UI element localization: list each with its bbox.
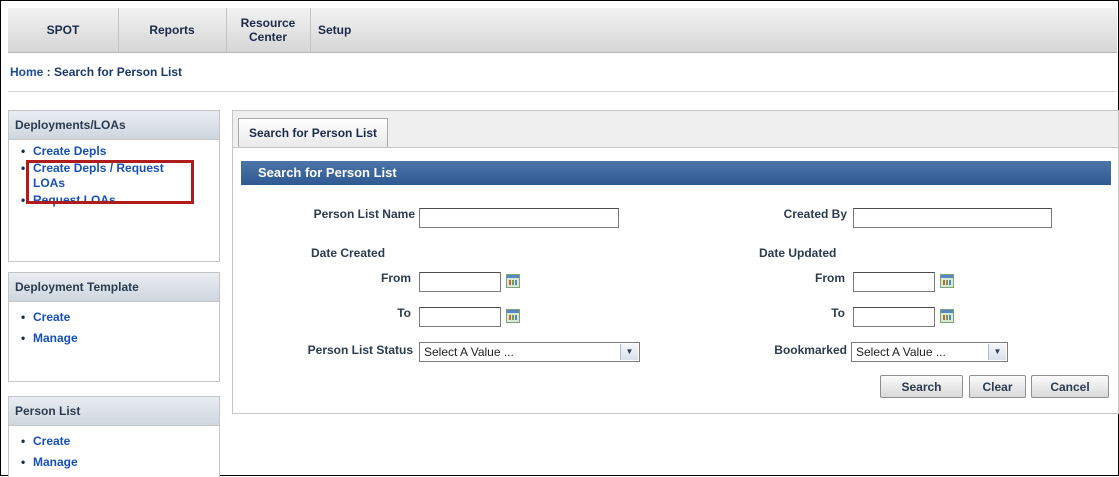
- nav-setup[interactable]: Setup: [310, 8, 444, 52]
- date-updated-from-label: From: [815, 271, 845, 285]
- person-list-name-input[interactable]: [419, 208, 619, 228]
- sidebar-link-template-create[interactable]: Create: [21, 310, 219, 325]
- main-content-panel: Search for Person List Search for Person…: [232, 110, 1119, 414]
- tab-strip: Search for Person List: [233, 111, 1118, 148]
- sidebar-link-create-depls[interactable]: Create Depls: [21, 144, 219, 159]
- person-list-status-select[interactable]: Select A Value ... ▼: [419, 342, 640, 362]
- top-nav-bar: SPOT Reports Resource Center Setup: [8, 8, 1117, 53]
- sidebar-panel-title: Person List: [9, 397, 219, 426]
- highlight-annotation-box: [26, 160, 194, 204]
- date-created-label: Date Created: [311, 246, 386, 260]
- person-list-name-label: Person List Name: [313, 207, 415, 221]
- chevron-down-icon: ▼: [620, 344, 638, 360]
- sidebar-panel-title: Deployment Template: [9, 273, 219, 302]
- bookmarked-value: Select A Value ...: [856, 345, 946, 359]
- sidebar-link-template-manage[interactable]: Manage: [21, 331, 219, 346]
- breadcrumb-home-link[interactable]: Home: [10, 65, 43, 79]
- sidebar-link-person-list-create[interactable]: Create: [21, 434, 219, 449]
- search-button[interactable]: Search: [880, 375, 963, 398]
- date-created-to-input[interactable]: [419, 307, 501, 327]
- date-updated-from-input[interactable]: [853, 272, 935, 292]
- breadcrumb-divider: [8, 91, 1117, 92]
- person-list-status-value: Select A Value ...: [424, 345, 514, 359]
- person-list-status-label: Person List Status: [307, 343, 413, 357]
- breadcrumb-separator: :: [43, 65, 55, 79]
- sidebar-link-list: Create Manage: [9, 426, 219, 470]
- sidebar-link-person-list-manage[interactable]: Manage: [21, 455, 219, 470]
- nav-spot[interactable]: SPOT: [8, 8, 119, 52]
- date-updated-to-label: To: [831, 306, 845, 320]
- calendar-icon[interactable]: [940, 274, 954, 288]
- date-created-from-label: From: [381, 271, 411, 285]
- tab-search-for-person-list[interactable]: Search for Person List: [238, 118, 389, 147]
- sidebar-link-list: Create Manage: [9, 302, 219, 346]
- cancel-button[interactable]: Cancel: [1031, 375, 1109, 398]
- date-updated-label: Date Updated: [759, 246, 837, 260]
- date-created-from-input[interactable]: [419, 272, 501, 292]
- sidebar-panel-person-list: Person List Create Manage: [8, 396, 220, 477]
- calendar-icon[interactable]: [506, 309, 520, 323]
- date-created-to-label: To: [397, 306, 411, 320]
- sidebar-panel-title: Deployments/LOAs: [9, 111, 219, 140]
- nav-reports[interactable]: Reports: [118, 8, 227, 52]
- bookmarked-label: Bookmarked: [774, 343, 847, 357]
- date-updated-to-input[interactable]: [853, 307, 935, 327]
- nav-resource-center[interactable]: Resource Center: [226, 8, 311, 52]
- created-by-label: Created By: [783, 207, 847, 221]
- calendar-icon[interactable]: [506, 274, 520, 288]
- bookmarked-select[interactable]: Select A Value ... ▼: [851, 342, 1008, 362]
- breadcrumb-current: Search for Person List: [54, 65, 183, 79]
- calendar-icon[interactable]: [940, 309, 954, 323]
- chevron-down-icon: ▼: [988, 344, 1006, 360]
- created-by-input[interactable]: [853, 208, 1052, 228]
- section-header: Search for Person List: [241, 161, 1111, 185]
- clear-button[interactable]: Clear: [969, 375, 1026, 398]
- breadcrumb: Home : Search for Person List: [8, 58, 1119, 86]
- sidebar-panel-deployment-template: Deployment Template Create Manage: [8, 272, 220, 382]
